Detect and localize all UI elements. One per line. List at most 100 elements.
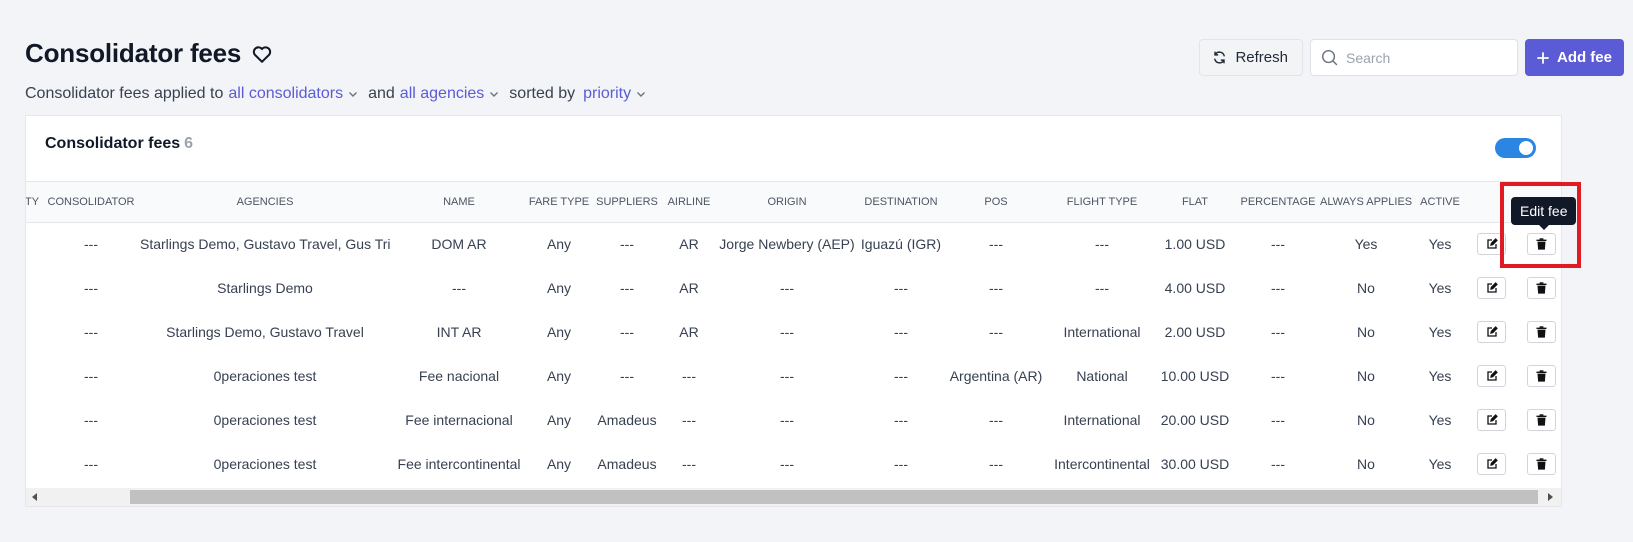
cell-percentage: --- — [1271, 368, 1285, 384]
cell-destination: Iguazú (IGR) — [860, 236, 942, 253]
cell-active: Yes — [1428, 280, 1452, 296]
scroll-left-arrow-icon[interactable] — [32, 493, 37, 501]
cell-fare-type: Any — [546, 280, 572, 296]
edit-fee-button[interactable] — [1477, 233, 1506, 256]
trash-icon — [1536, 458, 1546, 470]
table-cell — [26, 222, 42, 266]
delete-cell — [1515, 442, 1561, 486]
delete-fee-button[interactable] — [1526, 233, 1556, 256]
column-header[interactable]: Agencies — [140, 182, 390, 223]
cell-agencies: Starlings Demo, Gustavo Travel, Gus Tria… — [140, 236, 390, 253]
column-header[interactable]: Always applies — [1320, 182, 1412, 223]
refresh-icon — [1214, 51, 1226, 64]
sort-filter[interactable]: priority — [583, 85, 647, 103]
card-header: Consolidator fees 6 — [26, 116, 1561, 182]
edit-cell — [1468, 398, 1515, 442]
delete-fee-button[interactable] — [1526, 277, 1556, 299]
delete-fee-button[interactable] — [1526, 321, 1556, 343]
column-header[interactable]: Suppliers — [590, 182, 664, 223]
edit-cell — [1468, 354, 1515, 398]
cell-destination: --- — [894, 456, 908, 472]
cell-flight-type: National — [1076, 368, 1128, 384]
cell-consolidator: --- — [84, 368, 98, 384]
cell-active: Yes — [1428, 236, 1452, 253]
fees-toggle[interactable] — [1495, 138, 1536, 158]
consolidators-filter[interactable]: all consolidators — [228, 85, 359, 103]
trash-icon — [1536, 282, 1546, 294]
cell-consolidator: --- — [84, 456, 98, 472]
cell-always-applies: No — [1357, 280, 1375, 296]
delete-cell — [1515, 354, 1561, 398]
cell-consolidator: --- — [84, 236, 98, 253]
search-input[interactable] — [1345, 49, 1506, 66]
cell-always-applies: Yes — [1354, 236, 1378, 253]
table-row: --- Starlings Demo --- Any --- AR --- --- --- ---… — [26, 266, 1561, 310]
fees-card: Consolidator fees6 ity Consolidator Agen… — [25, 115, 1562, 507]
column-header[interactable]: Consolidator — [42, 182, 140, 223]
table-cell — [26, 398, 42, 442]
column-header[interactable]: Active — [1412, 182, 1468, 223]
cell-active: Yes — [1428, 412, 1452, 428]
column-header-actions — [1468, 182, 1515, 223]
heart-icon[interactable] — [251, 43, 273, 65]
column-header[interactable]: Origin — [714, 182, 860, 223]
cell-name: --- — [452, 280, 466, 296]
page-title: Consolidator fees — [25, 38, 242, 68]
delete-cell — [1515, 310, 1561, 354]
column-header[interactable]: ity — [26, 182, 42, 223]
cell-consolidator: --- — [84, 412, 98, 428]
column-header[interactable]: Percentage — [1236, 182, 1320, 223]
cell-origin: --- — [780, 280, 794, 296]
chevron-down-icon — [349, 92, 358, 97]
cell-flat: 4.00 USD — [1164, 280, 1226, 296]
fee-count: 6 — [184, 135, 194, 152]
cell-origin: --- — [780, 412, 794, 428]
column-header[interactable]: Airline — [664, 182, 714, 223]
table-body: --- Starlings Demo, Gustavo Travel, Gus T… — [26, 222, 1561, 486]
cell-suppliers: --- — [620, 324, 634, 340]
cell-suppliers: Amadeus — [597, 456, 657, 472]
search-box[interactable] — [1309, 39, 1518, 76]
edit-fee-button[interactable] — [1477, 277, 1506, 299]
edit-fee-button[interactable] — [1477, 409, 1506, 431]
cell-destination: --- — [894, 324, 908, 340]
column-header[interactable]: Flat — [1154, 182, 1236, 223]
table-row: --- 0peraciones test Fee nacional Any --- ---… — [26, 354, 1561, 398]
cell-airline: AR — [679, 280, 699, 296]
table-cell — [26, 266, 42, 310]
scroll-thumb[interactable] — [130, 490, 1538, 504]
edit-icon — [1486, 326, 1498, 337]
edit-fee-button[interactable] — [1477, 365, 1506, 387]
column-header[interactable]: POS — [942, 182, 1050, 223]
column-header[interactable]: Name — [390, 182, 528, 223]
column-header[interactable]: Fare type — [528, 182, 590, 223]
edit-cell — [1468, 222, 1515, 266]
cell-name: INT AR — [436, 324, 482, 340]
cell-name: Fee intercontinental — [397, 456, 521, 472]
cell-pos: Argentina (AR) — [949, 368, 1043, 384]
cell-flight-type: --- — [1095, 236, 1109, 253]
scroll-right-arrow-icon[interactable] — [1548, 493, 1553, 501]
table-cell — [26, 310, 42, 354]
table-cell — [26, 354, 42, 398]
delete-fee-button[interactable] — [1526, 453, 1556, 475]
cell-fare-type: Any — [546, 412, 572, 428]
column-header[interactable]: Destination — [860, 182, 942, 223]
cell-pos: --- — [989, 236, 1003, 253]
fees-table: ity Consolidator Agencies Name Fare type… — [26, 182, 1561, 486]
trash-icon — [1536, 414, 1546, 426]
cell-suppliers: --- — [620, 280, 634, 296]
add-fee-button[interactable]: Add fee — [1524, 39, 1624, 76]
horizontal-scrollbar[interactable] — [26, 488, 1561, 506]
refresh-button[interactable]: Refresh — [1199, 39, 1303, 76]
cell-airline: AR — [679, 236, 699, 253]
column-header[interactable]: Flight type — [1050, 182, 1154, 223]
cell-pos: --- — [989, 412, 1003, 428]
delete-fee-button[interactable] — [1526, 365, 1556, 387]
cell-suppliers: Amadeus — [597, 412, 657, 428]
agencies-filter[interactable]: all agencies — [400, 85, 501, 103]
cell-fare-type: Any — [546, 324, 572, 340]
edit-fee-button[interactable] — [1477, 453, 1506, 475]
edit-fee-button[interactable] — [1477, 321, 1506, 343]
delete-fee-button[interactable] — [1526, 409, 1556, 431]
